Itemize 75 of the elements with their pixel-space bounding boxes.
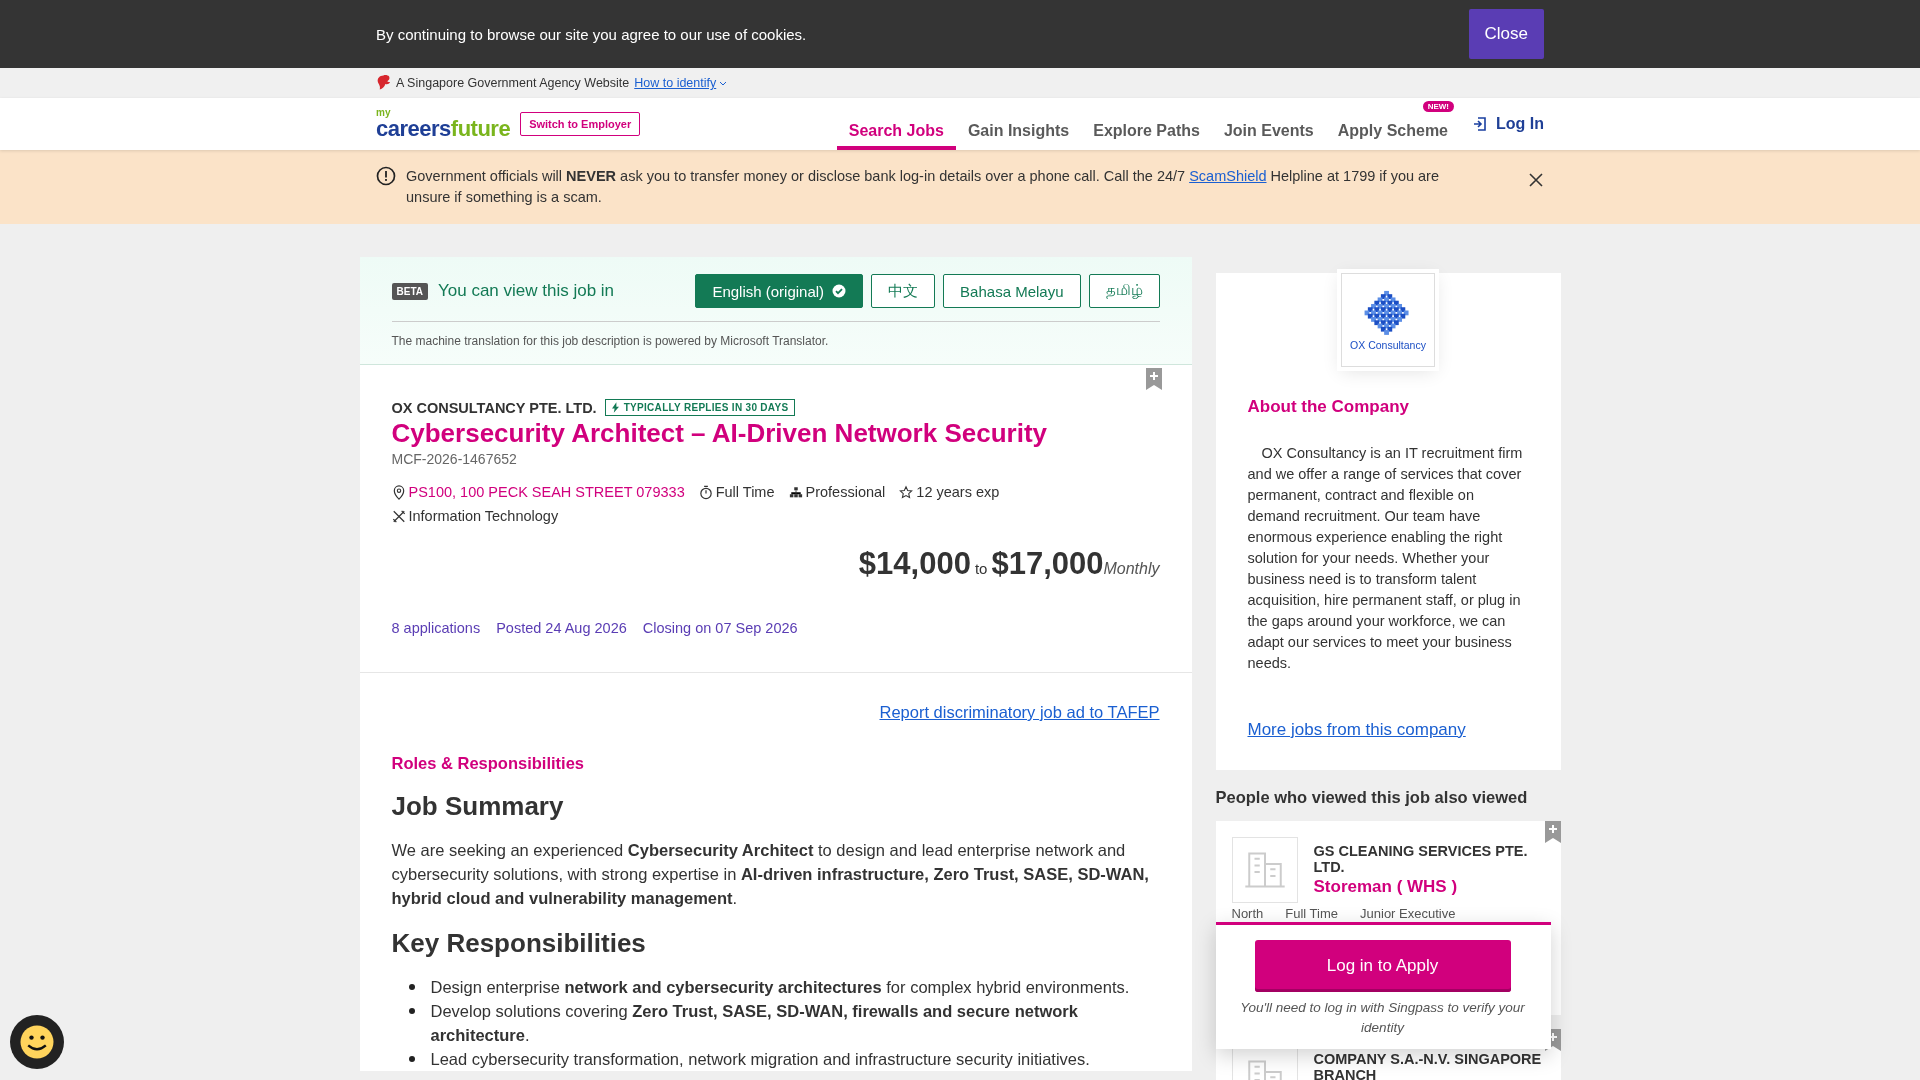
similar-job-meta: Full Time bbox=[1285, 906, 1339, 921]
company-description: OX Consultancy is an IT recruitment firm and we offer a range of services that cover permanent, contract and flexible on demand recruitment. Our team have enormous experience enabling the right solution for your needs. Whether your business need is to transform talent acquisition, hire permanent staff, or plug in the gaps around your workforce, we can adapt our services to meet your business needs. bbox=[1247, 444, 1524, 673]
job-title: Cybersecurity Architect – AI-Driven Network Security bbox=[391, 418, 1049, 449]
alert-icon bbox=[376, 166, 396, 186]
bullet-icon bbox=[408, 1008, 415, 1014]
log-in-link[interactable]: Log In bbox=[1472, 98, 1544, 150]
nav-tab[interactable]: Gain Insights bbox=[955, 122, 1082, 150]
language-button[interactable]: 中文 bbox=[871, 274, 936, 308]
log-in-icon bbox=[1472, 116, 1488, 132]
bullet-icon bbox=[408, 984, 415, 990]
cookie-message: By continuing to browse our site you agree to our use of cookies. bbox=[376, 25, 808, 43]
scam-alert-text: Government officials will NEVER ask you to transfer money or disclose bank log-in details over a phone call. Call the 24/7 ScamShield Helpline at 1799 if you are unsure if something is a scam. bbox=[406, 167, 1440, 207]
bookmark-icon[interactable] bbox=[1145, 368, 1162, 390]
more-jobs-link[interactable]: More jobs from this company bbox=[1247, 720, 1466, 740]
description-paragraph: We are seeking an experienced Cybersecurity Architect to design and lead enterprise network and cybersecurity solutions, with strong expertise in AI-driven infrastructure, Zero Trust, SASE, SD-WAN, hybrid cloud and vulnerability management. bbox=[391, 840, 1150, 909]
responsibility-item: Design enterprise network and cybersecurity architectures for complex hybrid environments. bbox=[430, 977, 1130, 998]
report-job-ad-link[interactable]: Report discriminatory job ad to TAFEP bbox=[879, 703, 1160, 722]
about-heading: About the Company bbox=[1247, 397, 1410, 417]
similar-job-title: Storeman ( WHS ) bbox=[1313, 877, 1459, 897]
job-meta-text: 12 years exp bbox=[916, 484, 1000, 500]
reply-time-badge: TYPICALLY REPLIES IN 30 DAYS bbox=[604, 399, 796, 416]
similar-job-meta: North bbox=[1231, 906, 1264, 921]
nav-tab[interactable]: Explore Paths bbox=[1081, 122, 1212, 150]
scamshield-link[interactable]: ScamShield bbox=[1189, 168, 1267, 184]
switch-to-employer-button[interactable]: Switch to Employer bbox=[520, 112, 641, 136]
stopwatch-icon bbox=[698, 484, 713, 500]
new-badge: NEW! bbox=[1422, 101, 1454, 112]
translation-prompt: You can view this job in bbox=[438, 281, 615, 301]
company-name: OX CONSULTANCY PTE. LTD. bbox=[391, 399, 597, 416]
translation-note: The machine translation for this job description is powered by Microsoft Translator. bbox=[391, 334, 830, 348]
similar-jobs-heading: People who viewed this job also viewed bbox=[1215, 788, 1529, 807]
similar-job-company: GS CLEANING SERVICES PTE. LTD. bbox=[1313, 843, 1529, 875]
check-circle-icon bbox=[832, 284, 847, 298]
responsibility-item: Lead cybersecurity transformation, network migration and infrastructure security initiatives. bbox=[430, 1049, 1090, 1070]
hierarchy-icon bbox=[788, 484, 803, 500]
job-id: MCF-2026-1467652 bbox=[391, 451, 518, 467]
job-meta-text: Full Time bbox=[715, 484, 775, 500]
section-heading: Key Responsibilities bbox=[391, 928, 647, 959]
location-pin-icon bbox=[391, 484, 406, 500]
job-meta-text: Information Technology bbox=[408, 508, 559, 524]
language-button[interactable]: Bahasa Melayu bbox=[943, 274, 1081, 308]
close-button[interactable]: Close bbox=[1468, 9, 1544, 59]
bullet-icon bbox=[408, 1056, 415, 1062]
language-button[interactable]: தமிழ் bbox=[1088, 274, 1160, 308]
company-logo-text: OX Consultancy bbox=[1350, 339, 1426, 351]
job-stat: 8 applications bbox=[391, 620, 481, 636]
salary-min: $14,000 bbox=[858, 546, 971, 582]
log-in-to-apply-button[interactable]: Log in to Apply bbox=[1254, 940, 1511, 992]
section-label: Roles & Responsibilities bbox=[391, 754, 586, 773]
bookmark-icon[interactable] bbox=[1544, 821, 1561, 843]
similar-job-meta: Junior Executive bbox=[1360, 906, 1456, 921]
tools-icon bbox=[391, 508, 406, 524]
how-to-identify-link[interactable]: How to identify bbox=[634, 76, 728, 90]
job-stat: Closing on 07 Sep 2026 bbox=[642, 620, 798, 636]
nav-tab[interactable]: Apply Scheme bbox=[1325, 122, 1460, 150]
beta-badge: BETA bbox=[391, 282, 428, 300]
job-meta-text: PS100, 100 PECK SEAH STREET 079333 bbox=[408, 484, 685, 500]
feedback-smiley-button[interactable] bbox=[10, 1015, 64, 1069]
similar-job-company: COMPANY S.A.-N.V. SINGAPORE BRANCH bbox=[1313, 1051, 1543, 1080]
section-heading: Job Summary bbox=[391, 791, 565, 822]
star-icon bbox=[899, 484, 914, 500]
close-icon[interactable] bbox=[1528, 172, 1544, 188]
gov-banner-text: A Singapore Government Agency Website bbox=[396, 76, 630, 90]
responsibility-item: Develop solutions covering Zero Trust, SASE, SD-WAN, firewalls and secure network architecture. bbox=[430, 1001, 1079, 1046]
chevron-down-icon bbox=[719, 80, 728, 86]
salary-max: $17,000 bbox=[991, 546, 1104, 582]
salary-to-text: to bbox=[974, 560, 988, 577]
nav-tab[interactable]: Join Events bbox=[1211, 122, 1326, 150]
building-icon bbox=[1243, 852, 1286, 888]
job-stat: Posted 24 Aug 2026 bbox=[496, 620, 627, 636]
salary-period: Monthly bbox=[1103, 560, 1160, 577]
careersfuture-logo[interactable]: my careersfuture bbox=[376, 98, 511, 150]
job-meta-text: Professional bbox=[805, 484, 886, 500]
diamond-logo-icon bbox=[1364, 289, 1412, 337]
language-button[interactable]: English (original) bbox=[695, 274, 864, 308]
